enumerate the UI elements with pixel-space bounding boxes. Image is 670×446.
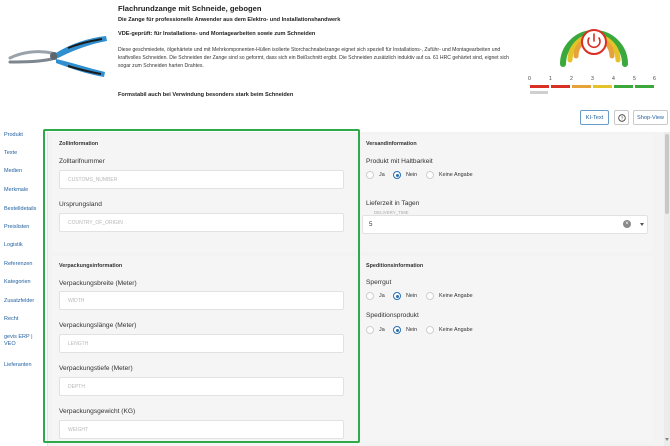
- scale-marker: [530, 91, 548, 94]
- radio-selected-icon: [393, 292, 401, 300]
- radio-circle-icon: [366, 326, 374, 334]
- quality-scale: 0 1 2 3 4 5 6: [526, 76, 656, 98]
- radio-label: Keine Angabe: [439, 172, 473, 178]
- radio-label: Ja: [379, 327, 385, 333]
- sidebar-item-referenzen[interactable]: Referenzen: [0, 261, 47, 268]
- radio-circle-icon: [366, 171, 374, 179]
- spedition-title: Speditionsinformation: [366, 263, 424, 269]
- lieferzeit-floating-label: DELIVERY_TIME: [373, 210, 410, 215]
- radio-circle-icon: [426, 171, 434, 179]
- highlight-frame: [43, 129, 360, 443]
- pliers-product-image: [8, 36, 107, 77]
- scale-label: 2: [570, 76, 573, 82]
- product-note: Formstabil auch bei Verwindung besonders…: [118, 92, 294, 98]
- sperrgut-label: Sperrgut: [366, 279, 392, 286]
- sidebar-item-logistik[interactable]: Logistik: [0, 242, 47, 249]
- speditionsprodukt-radio-nein[interactable]: Nein: [393, 326, 417, 334]
- scale-segment-yellow: [593, 85, 612, 88]
- sidebar-item-medien[interactable]: Medien: [0, 168, 47, 175]
- radio-circle-icon: [426, 326, 434, 334]
- scrollbar-thumb[interactable]: [665, 134, 669, 214]
- speditionsprodukt-radio-keine-angabe[interactable]: Keine Angabe: [426, 326, 473, 334]
- scale-segment-red: [530, 85, 549, 88]
- speditionsprodukt-label: Speditionsprodukt: [366, 312, 419, 319]
- haltbarkeit-label: Produkt mit Haltbarkeit: [366, 158, 433, 165]
- product-subtitle: Die Zange für professionelle Anwender au…: [118, 17, 341, 23]
- versand-panel: [361, 134, 653, 252]
- radio-selected-icon: [393, 326, 401, 334]
- radio-label: Nein: [406, 293, 418, 299]
- scale-label: 6: [653, 76, 656, 82]
- chevron-down-icon[interactable]: [640, 223, 644, 226]
- sidebar-item-preislisten[interactable]: Preislisten: [0, 224, 47, 231]
- sidebar-item-recht[interactable]: Recht: [0, 316, 47, 323]
- haltbarkeit-radio-keine-angabe[interactable]: Keine Angabe: [426, 171, 473, 179]
- sidebar-item-gevis-erp[interactable]: gevis ERP | VEO: [0, 334, 40, 348]
- scroll-down-icon[interactable]: [665, 438, 669, 441]
- sidebar-item-zusatzfelder[interactable]: Zusatzfelder: [0, 298, 47, 305]
- scrollbar[interactable]: [664, 132, 670, 446]
- versand-title: Versandinformation: [366, 141, 417, 147]
- scale-label: 5: [633, 76, 636, 82]
- radio-label: Ja: [379, 293, 385, 299]
- help-glyph: ?: [620, 115, 623, 120]
- product-header: Flachrundzange mit Schneide, gebogen Die…: [0, 0, 670, 132]
- radio-circle-icon: [366, 292, 374, 300]
- scale-label: 3: [591, 76, 594, 82]
- sperrgut-radio-ja[interactable]: Ja: [366, 292, 385, 300]
- sperrgut-radio-keine-angabe[interactable]: Keine Angabe: [426, 292, 473, 300]
- scale-label: 4: [612, 76, 615, 82]
- product-description: Diese geschmiedete, ölgehärtete und mit …: [118, 47, 510, 69]
- radio-selected-icon: [393, 171, 401, 179]
- scale-segment-green: [614, 85, 633, 88]
- clear-icon[interactable]: ×: [623, 220, 631, 228]
- sidebar-item-kategorien[interactable]: Kategorien: [0, 279, 47, 286]
- radio-label: Ja: [379, 172, 385, 178]
- sidebar-item-merkmale[interactable]: Merkmale: [0, 187, 47, 194]
- quality-gauge: [560, 29, 628, 67]
- ki-text-button[interactable]: KI-Text: [580, 110, 609, 125]
- radio-label: Nein: [406, 327, 418, 333]
- scale-label: 0: [528, 76, 531, 82]
- shop-view-button[interactable]: Shop-View: [633, 110, 668, 125]
- sidebar: Produkt Texte Medien Merkmale Bestelldet…: [0, 132, 48, 446]
- help-icon: ?: [617, 113, 626, 122]
- sperrgut-radio-nein[interactable]: Nein: [393, 292, 417, 300]
- radio-circle-icon: [426, 292, 434, 300]
- scale-segment-orange: [572, 85, 591, 88]
- lieferzeit-select[interactable]: [362, 215, 648, 234]
- sidebar-item-texte[interactable]: Texte: [0, 150, 47, 157]
- spedition-panel: [361, 256, 653, 442]
- sidebar-item-bestelldetails[interactable]: Bestelldetails: [0, 206, 47, 213]
- scale-segment-red: [551, 85, 570, 88]
- product-subtitle-vde: VDE-geprüft: für Installations- und Mont…: [118, 31, 316, 37]
- help-button[interactable]: ?: [614, 110, 629, 125]
- radio-label: Nein: [406, 172, 418, 178]
- lieferzeit-label: Lieferzeit in Tagen: [366, 200, 420, 207]
- lieferzeit-value: 5: [369, 221, 373, 228]
- product-title: Flachrundzange mit Schneide, gebogen: [118, 4, 262, 13]
- speditionsprodukt-radio-ja[interactable]: Ja: [366, 326, 385, 334]
- scale-segment-green: [635, 85, 654, 88]
- sidebar-item-lieferanten[interactable]: Lieferanten: [0, 362, 47, 369]
- scale-label: 1: [549, 76, 552, 82]
- radio-label: Keine Angabe: [439, 327, 473, 333]
- sidebar-item-produkt[interactable]: Produkt: [0, 132, 47, 139]
- haltbarkeit-radio-ja[interactable]: Ja: [366, 171, 385, 179]
- haltbarkeit-radio-nein[interactable]: Nein: [393, 171, 417, 179]
- radio-label: Keine Angabe: [439, 293, 473, 299]
